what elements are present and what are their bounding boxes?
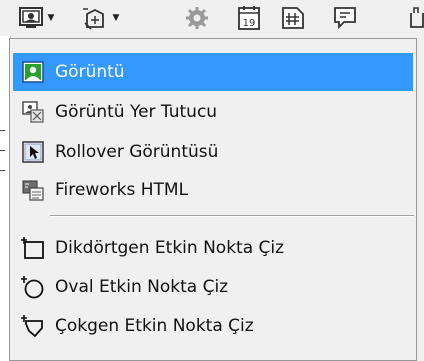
rectangle-hotspot-icon [21,236,45,260]
calendar-icon: 19 [237,5,261,31]
rollover-image-icon [21,140,45,164]
menu-item-oval-hotspot[interactable]: Oval Etkin Nokta Çiz [13,268,413,306]
calendar-day-text: 19 [243,18,256,29]
menu-item-label: Rollover Görüntüsü [55,142,219,162]
menu-item-rollover-image[interactable]: Rollover Görüntüsü [13,133,413,171]
date-button[interactable]: 19 [232,3,266,33]
menu-item-label: Dikdörtgen Etkin Nokta Çiz [55,238,285,258]
menu-item-image-placeholder[interactable]: Görüntü Yer Tutucu [13,93,413,131]
table-button[interactable] [276,3,310,33]
oval-hotspot-icon [21,275,45,299]
image-placeholder-icon [21,100,45,124]
chevron-down-icon: ▼ [112,13,120,23]
menu-item-image[interactable]: Görüntü [13,53,413,91]
menu-item-label: Görüntü Yer Tutucu [55,102,218,122]
polygon-hotspot-icon [21,314,45,338]
insert-toolbar: ▼ ▼ 19 [0,0,424,36]
gear-button[interactable] [180,3,214,33]
image-icon [18,6,44,30]
menu-item-fireworks-html[interactable]: Fireworks HTML [13,171,413,209]
widget-button[interactable] [408,3,424,33]
image-insert-menu: Görüntü Görüntü Yer Tutucu Rollover Görü… [9,38,417,361]
table-icon [280,5,306,31]
menu-item-polygon-hotspot[interactable]: Çokgen Etkin Nokta Çiz [13,307,413,345]
menu-item-label: Oval Etkin Nokta Çiz [55,277,229,297]
comment-icon [332,5,358,31]
menu-item-label: Fireworks HTML [55,180,189,200]
gear-icon [185,6,209,30]
comment-button[interactable] [328,3,362,33]
menu-item-rectangle-hotspot[interactable]: Dikdörtgen Etkin Nokta Çiz [13,229,413,267]
image-icon [21,60,45,84]
panel-edge [419,36,424,361]
menu-item-label: Görüntü [55,62,125,82]
image-dropdown-button[interactable]: ▼ [6,3,66,33]
fireworks-html-icon [21,178,45,202]
widget-icon [408,5,424,31]
menu-separator [50,215,414,217]
menu-item-label: Çokgen Etkin Nokta Çiz [55,316,254,336]
hotspot-dropdown-button[interactable]: ▼ [72,3,128,33]
chevron-down-icon: ▼ [47,13,55,23]
hotspot-tool-icon [81,5,109,31]
